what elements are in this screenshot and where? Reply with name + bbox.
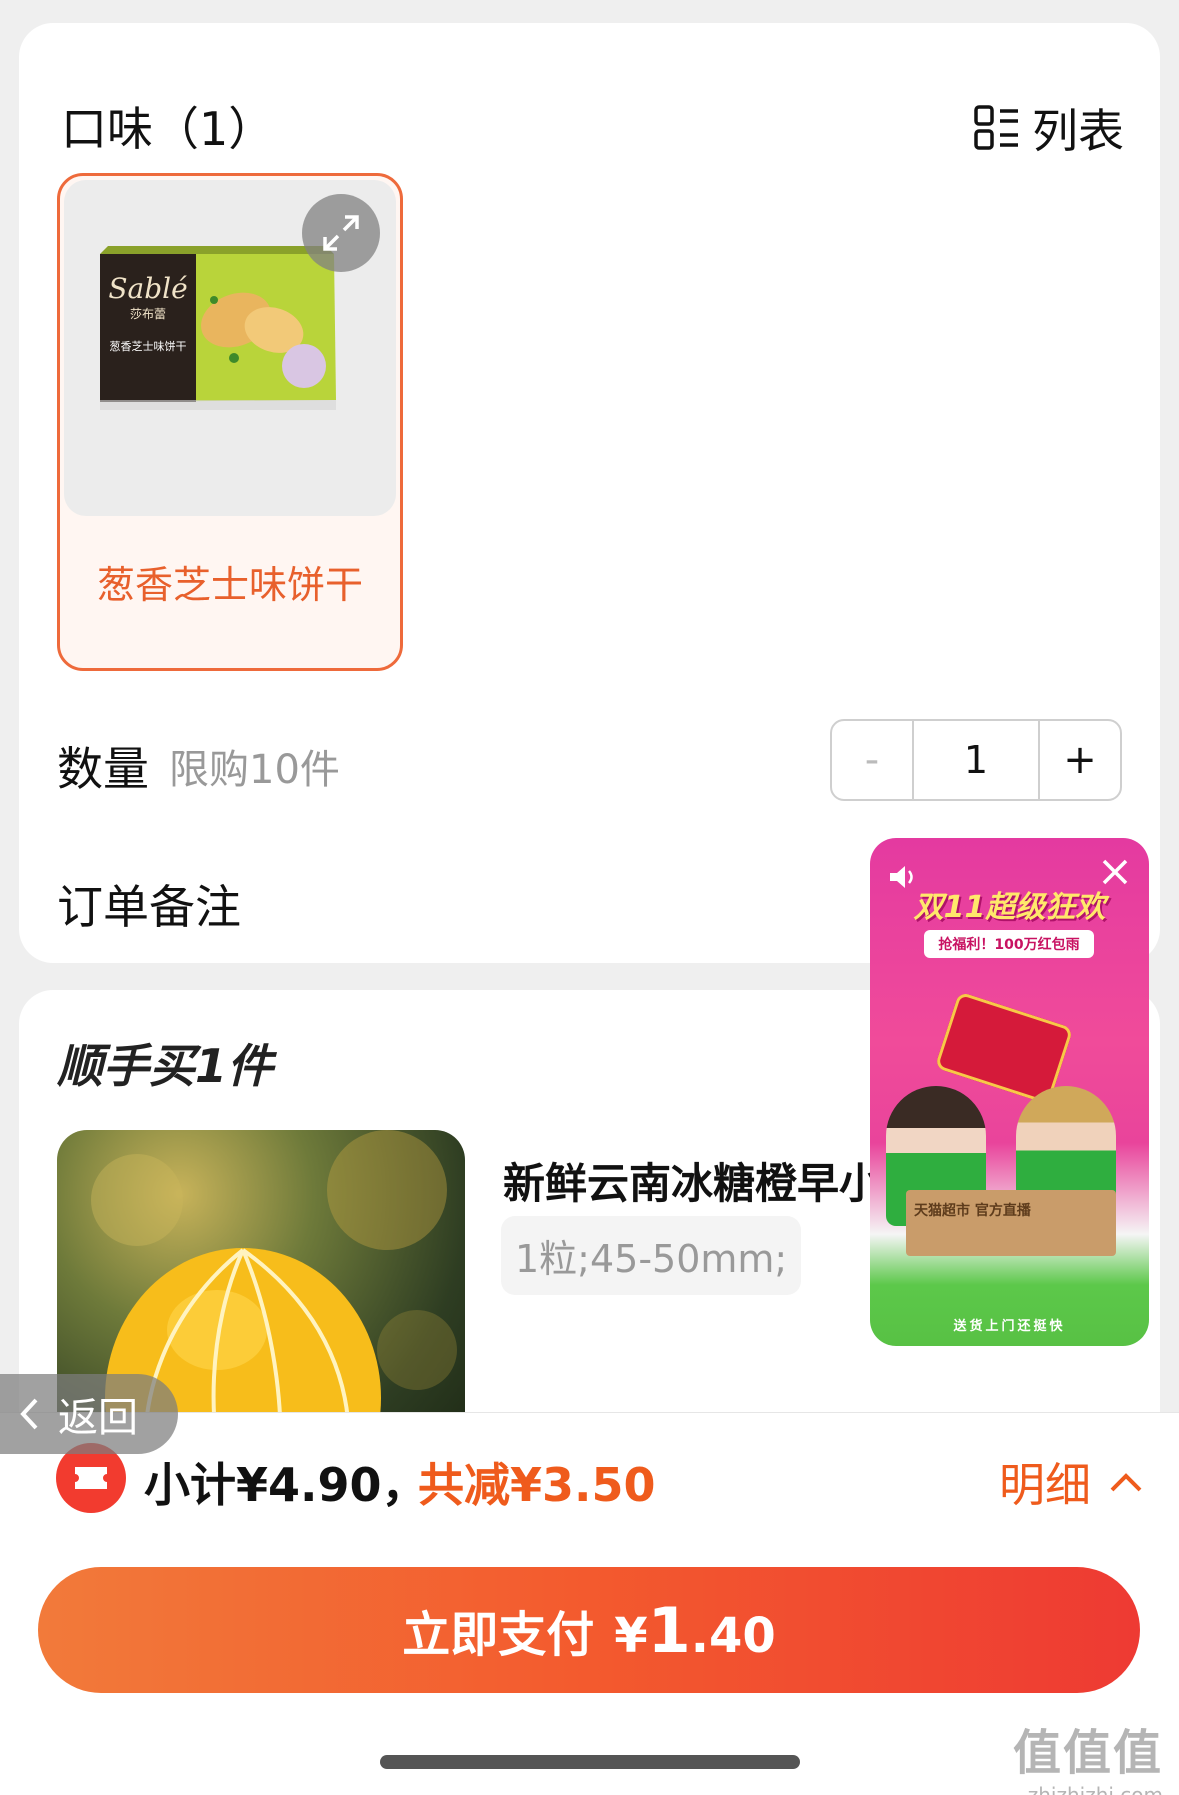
- addon-product-spec[interactable]: 1粒;45-50mm;: [501, 1216, 802, 1295]
- addon-product-name[interactable]: 新鲜云南冰糖橙早小: [503, 1150, 881, 1211]
- subtotal-text: 小计¥4.90，: [144, 1458, 428, 1512]
- checkout-bar: 小计¥4.90， 共减¥3.50 明细 立即支付 ¥1.40 值值值 zhizh…: [0, 1412, 1179, 1795]
- detail-label: 明细: [999, 1458, 1091, 1512]
- quantity-label: 数量: [57, 742, 149, 796]
- expand-icon: [323, 215, 359, 251]
- flavor-image: Sablé 莎布蕾 葱香芝士味饼干: [64, 180, 396, 516]
- chevron-up-icon: [1110, 1473, 1142, 1492]
- chevron-left-icon: [20, 1398, 38, 1430]
- flavor-name: 葱香芝士味饼干: [96, 563, 363, 607]
- live-box-text: 天猫超市 官方直播: [906, 1190, 1116, 1256]
- quantity-stepper: - 1 +: [830, 719, 1122, 801]
- svg-text:葱香芝士味饼干: 葱香芝士味饼干: [110, 339, 187, 353]
- back-label: 返回: [58, 1395, 138, 1441]
- list-icon: [974, 105, 1018, 150]
- svg-text:Sablé: Sablé: [108, 272, 187, 305]
- decrease-button[interactable]: -: [832, 721, 912, 799]
- expand-image-button[interactable]: [302, 194, 380, 272]
- flavor-option[interactable]: Sablé 莎布蕾 葱香芝士味饼干 葱香芝士味饼干: [57, 173, 403, 671]
- list-view-toggle[interactable]: 列表: [974, 95, 1124, 161]
- pay-amount: ¥1.40: [614, 1593, 776, 1667]
- back-button[interactable]: 返回: [0, 1374, 178, 1454]
- discount-text: 共减¥3.50: [418, 1458, 656, 1512]
- addon-title: 顺手买1件: [57, 1039, 274, 1093]
- home-indicator: [380, 1755, 800, 1769]
- pay-now-button[interactable]: 立即支付 ¥1.40: [38, 1567, 1140, 1693]
- svg-text:莎布蕾: 莎布蕾: [130, 307, 166, 321]
- live-slogan: 送货上门还挺快: [953, 1319, 1066, 1334]
- quantity-limit: 限购10件: [169, 747, 340, 793]
- list-toggle-label: 列表: [1032, 104, 1124, 158]
- increase-button[interactable]: +: [1040, 721, 1120, 799]
- watermark: 值值值 zhizhizhi.com: [1012, 1725, 1163, 1795]
- checkout-page: 口味（1） 列表 Sablé 莎布蕾 葱香芝士味饼干 葱香芝士味饼干 数量 限购…: [0, 0, 1179, 1795]
- sku-card: 口味（1） 列表 Sablé 莎布蕾 葱香芝士味饼干 葱香芝士味饼干 数量 限购…: [19, 23, 1160, 963]
- live-banner: 抢福利！100万红包雨: [924, 930, 1094, 958]
- detail-toggle[interactable]: 明细: [999, 1449, 1143, 1515]
- pay-label: 立即支付: [402, 1607, 595, 1663]
- quantity-value[interactable]: 1: [912, 721, 1040, 799]
- live-stream-popup[interactable]: 双11超级狂欢 抢福利！100万红包雨 天猫超市 官方直播 送货上门还挺快: [870, 838, 1149, 1346]
- flavor-title: 口味（1）: [61, 102, 275, 156]
- live-headline: 双11超级狂欢: [913, 890, 1106, 925]
- order-note-field[interactable]: 订单备注: [57, 871, 241, 937]
